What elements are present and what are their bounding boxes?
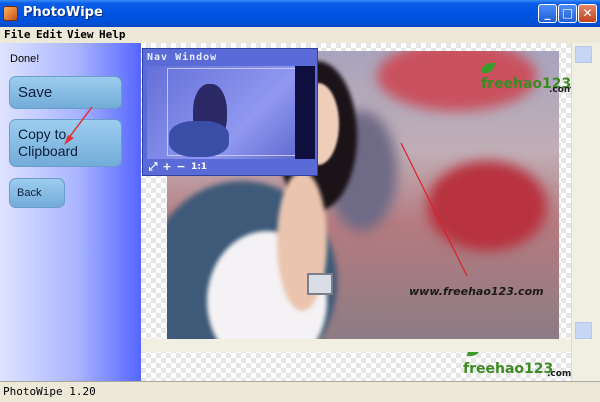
close-button[interactable]: ✕ <box>578 4 597 23</box>
back-button[interactable]: Back <box>9 178 65 208</box>
horizontal-scrollbar[interactable] <box>141 339 571 352</box>
menu-view[interactable]: View <box>67 28 94 41</box>
title-bar: PhotoWipe _ □ ✕ <box>0 0 600 27</box>
menu-help[interactable]: Help <box>99 28 126 41</box>
nav-preview-edge <box>295 66 315 159</box>
menu-bar: File Edit View Help <box>0 27 600 43</box>
maximize-button[interactable]: □ <box>558 4 577 23</box>
watermark-bottom-brand: freehao123 <box>463 361 554 377</box>
zoom-in-icon[interactable]: + <box>161 161 173 173</box>
menu-file[interactable]: File <box>4 28 31 41</box>
red-arrow-annotation <box>64 106 93 145</box>
watermark-top-tld: .com <box>549 85 574 95</box>
nav-preview-scarf <box>169 121 229 157</box>
red-marker-line <box>400 142 468 277</box>
watermark-url: www.freehao123.com <box>409 285 544 298</box>
app-icon <box>3 6 18 21</box>
status-bar: PhotoWipe 1.20 <box>0 381 600 402</box>
photo-watch <box>307 273 333 295</box>
sidebar: Done! Save Copy to Clipboard Back <box>0 43 141 381</box>
nav-window-title: Nav Window <box>147 52 218 63</box>
nav-window-preview[interactable] <box>147 66 315 159</box>
scroll-down-button[interactable] <box>575 322 592 339</box>
fit-icon[interactable]: ⤢ <box>147 161 159 173</box>
status-text: Done! <box>10 53 40 65</box>
minimize-button[interactable]: _ <box>538 4 557 23</box>
menu-edit[interactable]: Edit <box>36 28 63 41</box>
nav-window[interactable]: Nav Window ⤢ + − 1:1 <box>142 48 318 176</box>
window-title: PhotoWipe <box>23 5 103 20</box>
actual-size-icon[interactable]: 1:1 <box>189 161 209 173</box>
version-label: PhotoWipe 1.20 <box>3 385 96 398</box>
watermark-bottom-tld: .com <box>547 369 572 379</box>
zoom-out-icon[interactable]: − <box>175 161 187 173</box>
scroll-up-button[interactable] <box>575 46 592 63</box>
